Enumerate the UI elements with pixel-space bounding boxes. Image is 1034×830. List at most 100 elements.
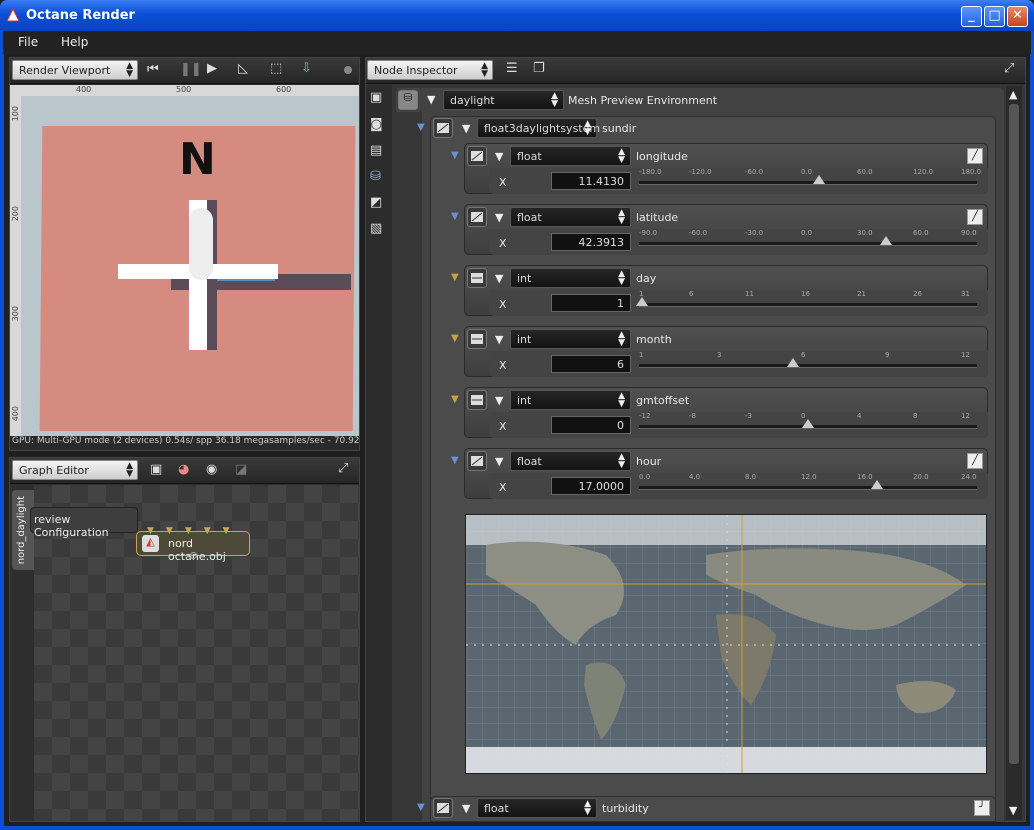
int-pin-icon[interactable]	[467, 390, 487, 410]
slider-thumb[interactable]	[636, 297, 648, 306]
param-slider[interactable]: -12 -8 -3 0 4 8 12	[639, 412, 977, 434]
layers-icon[interactable]: ❐	[533, 61, 545, 76]
float-pin-icon[interactable]	[467, 207, 487, 227]
turbidity-collapse-icon[interactable]: ▼	[417, 802, 425, 813]
edit-value-icon[interactable]: ╱	[967, 148, 983, 164]
slider-thumb[interactable]	[787, 358, 799, 367]
param-slider[interactable]: 1 6 11 16 21 26 31	[636, 290, 977, 312]
close-button[interactable]: ✕	[1007, 6, 1028, 27]
collapse-icon[interactable]: ☰	[506, 61, 518, 76]
slider-thumb[interactable]	[871, 480, 883, 489]
title-bar[interactable]	[0, 0, 1034, 31]
root-type-selector[interactable]: daylight ▲ ▼	[443, 90, 564, 110]
param-collapse-icon[interactable]: ▼	[451, 455, 459, 466]
render-target-icon[interactable]: ◉	[206, 462, 217, 477]
turbidity-type-selector[interactable]: float ▲ ▼	[477, 798, 597, 818]
param-slider[interactable]: 0.0 4.0 8.0 12.0 16.0 20.0 24.0	[639, 473, 977, 495]
scroll-thumb[interactable]	[1009, 104, 1019, 764]
viewport-selector[interactable]: Render Viewport ▲ ▼	[12, 60, 138, 80]
int-pin-icon[interactable]	[467, 268, 487, 288]
image-icon[interactable]: ▣	[370, 90, 382, 105]
param-collapse-icon[interactable]: ▼	[451, 333, 459, 344]
param-expand-icon[interactable]: ▼	[495, 394, 503, 407]
texture-icon[interactable]: ◩	[370, 195, 382, 210]
camera-icon[interactable]: ◙	[370, 117, 383, 132]
mesh-node-output-pin[interactable]	[190, 552, 197, 559]
float-pin-icon[interactable]	[467, 451, 487, 471]
film-icon[interactable]: ▤	[370, 143, 382, 158]
expand-graph-icon[interactable]: ⤢	[338, 461, 348, 476]
param-slider[interactable]: 1 3 6 9 12	[639, 351, 977, 373]
turbidity-expand-icon[interactable]: ▼	[462, 802, 470, 815]
turbidity-pin-icon[interactable]	[433, 798, 453, 818]
param-type-selector[interactable]: float ▲ ▼	[510, 146, 631, 166]
scroll-up-icon[interactable]: ▲	[1009, 88, 1017, 101]
slider-tick-label: -90.0	[639, 229, 658, 237]
environment-icon[interactable]: ⛁	[370, 169, 381, 184]
root-expand-icon[interactable]: ▼	[427, 93, 435, 106]
slider-thumb[interactable]	[880, 236, 892, 245]
render-image[interactable]: N	[21, 96, 359, 436]
material-icon[interactable]: ◕	[178, 462, 189, 477]
param-expand-icon[interactable]: ▼	[495, 333, 503, 346]
edit-value-icon[interactable]: ╱	[967, 209, 983, 225]
new-node-icon[interactable]: ▣	[150, 462, 162, 477]
delete-node-icon[interactable]: ◪	[235, 462, 247, 477]
maximize-button[interactable]: □	[984, 6, 1005, 27]
param-slider[interactable]: -90.0 -60.0 -30.0 0.0 30.0 60.0 90.0	[639, 229, 977, 251]
sundir-type-selector[interactable]: float3daylightsystem ▲ ▼	[477, 118, 600, 138]
sundir-expand-icon[interactable]: ▼	[462, 122, 470, 135]
turbidity-curve-icon[interactable]: ╯	[974, 800, 990, 816]
param-value-input[interactable]: 1	[551, 294, 631, 312]
param-collapse-icon[interactable]: ▼	[451, 272, 459, 283]
param-value-input[interactable]: 0	[551, 416, 631, 434]
param-type-selector[interactable]: int ▲ ▼	[510, 329, 631, 349]
param-expand-icon[interactable]: ▼	[495, 272, 503, 285]
param-value-input[interactable]: 42.3913	[551, 233, 631, 251]
graph-tab-label: nord_daylight	[16, 496, 27, 565]
scroll-down-icon[interactable]: ▼	[1009, 804, 1017, 817]
play-icon[interactable]: ▶	[207, 61, 217, 76]
param-expand-icon[interactable]: ▼	[495, 150, 503, 163]
graph-editor-selector[interactable]: Graph Editor ▲ ▼	[12, 460, 138, 480]
minimize-button[interactable]: _	[961, 6, 982, 27]
param-type-selector[interactable]: int ▲ ▼	[510, 268, 631, 288]
save-render-icon[interactable]: ⇩	[301, 61, 312, 76]
ruler-icon[interactable]: ◺	[238, 61, 248, 76]
menu-file[interactable]: File	[18, 35, 38, 49]
edit-value-icon[interactable]: ╱	[967, 453, 983, 469]
param-collapse-icon[interactable]: ▼	[451, 150, 459, 161]
slider-tick-label: 6	[801, 351, 806, 359]
param-slider[interactable]: -180.0 -120.0 -60.0 0.0 60.0 120.0 180.0	[639, 168, 981, 190]
param-value-input[interactable]: 17.0000	[551, 477, 631, 495]
param-collapse-icon[interactable]: ▼	[451, 394, 459, 405]
param-type-selector[interactable]: float ▲ ▼	[510, 451, 631, 471]
rewind-icon[interactable]: ⏮	[147, 62, 159, 77]
param-expand-icon[interactable]: ▼	[495, 211, 503, 224]
slider-tick-label: 12	[961, 351, 970, 359]
param-value-input[interactable]: 11.4130	[551, 172, 631, 190]
param-collapse-icon[interactable]: ▼	[451, 211, 459, 222]
node-inspector-selector[interactable]: Node Inspector ▲ ▼	[367, 60, 493, 80]
param-expand-icon[interactable]: ▼	[495, 455, 503, 468]
inspector-scrollbar[interactable]: ▲ ▼	[1006, 86, 1022, 820]
float-pin-icon[interactable]	[467, 146, 487, 166]
int-pin-icon[interactable]	[467, 329, 487, 349]
kernel-icon[interactable]: ▧	[370, 221, 382, 236]
menu-help[interactable]: Help	[61, 35, 88, 49]
sundir-name: sundir	[602, 122, 637, 135]
child-collapse-icon[interactable]: ▼	[417, 122, 425, 133]
slider-thumb[interactable]	[802, 419, 814, 428]
param-type-selector[interactable]: float ▲ ▼	[510, 207, 631, 227]
param-value-input[interactable]: 6	[551, 355, 631, 373]
daylight-world-map[interactable]	[465, 514, 987, 774]
preview-configuration-node[interactable]: review Configuration	[30, 507, 138, 539]
mesh-node-input-pins[interactable]: ▼▼▼▼▼	[147, 526, 242, 536]
float3-pin-icon[interactable]	[433, 118, 453, 138]
region-icon[interactable]: ⬚	[270, 61, 282, 76]
param-type-selector[interactable]: int ▲ ▼	[510, 390, 631, 410]
slider-thumb[interactable]	[813, 175, 825, 184]
axis-label: X	[499, 359, 507, 372]
pause-icon[interactable]: ❚❚	[180, 62, 202, 77]
expand-inspector-icon[interactable]: ⤢	[1004, 61, 1014, 76]
